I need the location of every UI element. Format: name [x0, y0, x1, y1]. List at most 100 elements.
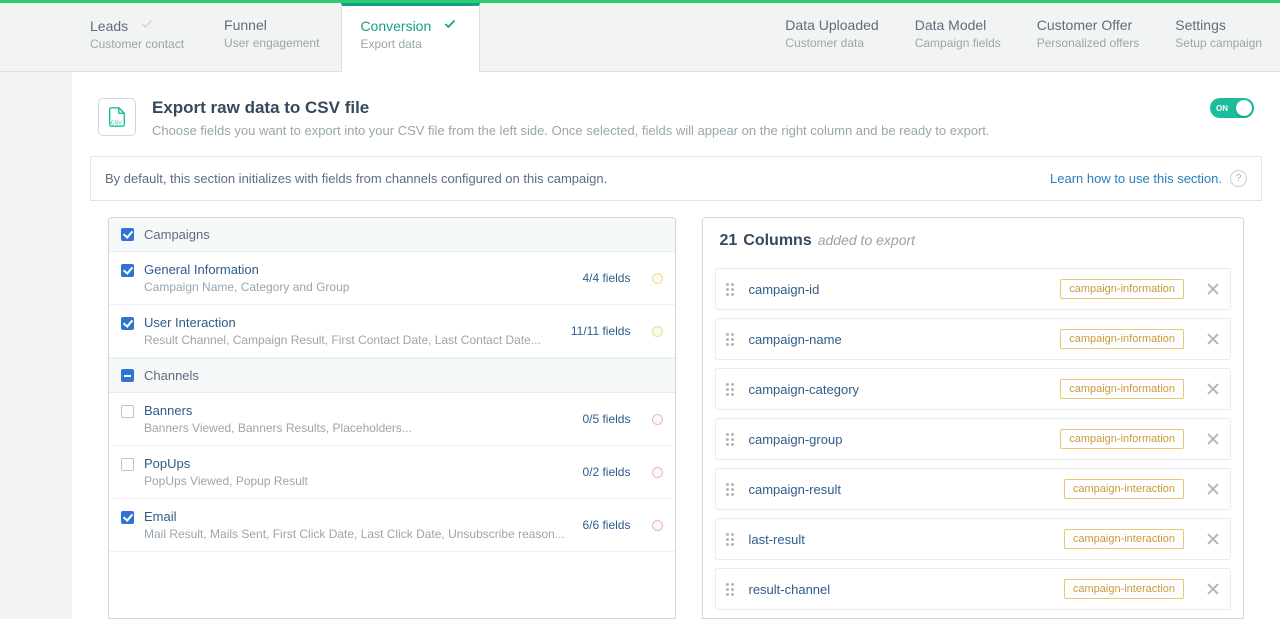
column-name: campaign-group	[748, 432, 1046, 447]
info-text: By default, this section initializes wit…	[105, 171, 607, 186]
svg-text:CSV: CSV	[111, 120, 123, 126]
check-icon	[443, 17, 457, 34]
group-checkbox[interactable]	[121, 228, 134, 241]
fields-panel: Campaigns General Information Campaign Nam…	[108, 217, 676, 619]
export-column-item[interactable]: result-channel campaign-interaction	[715, 568, 1231, 610]
field-count: 4/4 fields	[582, 271, 630, 285]
tab-subtitle: Customer contact	[90, 37, 184, 51]
tab-title: Customer Offer	[1037, 17, 1140, 33]
tab-title: Settings	[1175, 17, 1262, 33]
field-checkbox[interactable]	[121, 458, 134, 471]
field-name: General Information	[144, 262, 349, 277]
column-tag: campaign-interaction	[1064, 579, 1184, 599]
tab-title: Data Uploaded	[785, 17, 878, 33]
field-row[interactable]: Email Mail Result, Mails Sent, First Clic…	[109, 499, 675, 552]
tab-title: Leads	[90, 18, 128, 34]
tab-title: Data Model	[915, 17, 1001, 33]
export-column-item[interactable]: campaign-namecampaign-information	[715, 318, 1231, 360]
export-toggle[interactable]: ON	[1210, 98, 1254, 118]
column-tag: campaign-interaction	[1064, 529, 1184, 549]
column-name: campaign-category	[748, 382, 1046, 397]
field-description: PopUps Viewed, Popup Result	[144, 474, 308, 488]
field-row[interactable]: General Information Campaign Name, Catego…	[109, 252, 675, 305]
tab-subtitle: Customer data	[785, 36, 878, 50]
field-name: Email	[144, 509, 565, 524]
field-description: Campaign Name, Category and Group	[144, 280, 349, 294]
field-checkbox[interactable]	[121, 264, 134, 277]
tab-title: Funnel	[224, 17, 267, 33]
columns-count: 21	[719, 232, 737, 250]
help-icon[interactable]: ?	[1230, 170, 1247, 187]
field-checkbox[interactable]	[121, 317, 134, 330]
field-checkbox[interactable]	[121, 511, 134, 524]
field-description: Banners Viewed, Banners Results, Placeho…	[144, 421, 412, 435]
tab-subtitle: Campaign fields	[915, 36, 1001, 50]
workflow-tabs: Leads Customer contact Funnel User engag…	[0, 3, 1280, 72]
column-name: result-channel	[748, 582, 1049, 597]
info-banner: By default, this section initializes wit…	[90, 156, 1262, 201]
field-checkbox[interactable]	[121, 405, 134, 418]
remove-column-icon[interactable]	[1206, 382, 1220, 396]
drag-handle-icon[interactable]	[726, 333, 734, 346]
toggle-label: ON	[1216, 104, 1228, 113]
field-name: Banners	[144, 403, 412, 418]
field-count: 0/5 fields	[582, 412, 630, 426]
csv-file-icon: CSV	[98, 98, 136, 136]
tab-conversion[interactable]: Conversion Export data	[341, 3, 480, 72]
drag-handle-icon[interactable]	[726, 533, 734, 546]
export-column-item[interactable]: campaign-idcampaign-information	[715, 268, 1231, 310]
tab-subtitle: User engagement	[224, 36, 319, 50]
learn-link[interactable]: Learn how to use this section.	[1050, 171, 1222, 186]
remove-column-icon[interactable]	[1206, 332, 1220, 346]
field-description: Mail Result, Mails Sent, First Click Dat…	[144, 527, 565, 541]
tab-leads[interactable]: Leads Customer contact	[72, 3, 206, 71]
field-count: 6/6 fields	[582, 518, 630, 532]
tab-subtitle: Setup campaign	[1175, 36, 1262, 50]
field-row[interactable]: PopUps PopUps Viewed, Popup Result 0/2 fie…	[109, 446, 675, 499]
field-name: PopUps	[144, 456, 308, 471]
drag-handle-icon[interactable]	[726, 433, 734, 446]
remove-column-icon[interactable]	[1206, 532, 1220, 546]
field-row[interactable]: Banners Banners Viewed, Banners Results, …	[109, 393, 675, 446]
column-name: last-result	[748, 532, 1049, 547]
field-count: 11/11 fields	[571, 324, 631, 338]
column-tag: campaign-interaction	[1064, 479, 1184, 499]
columns-suffix: added to export	[818, 232, 915, 248]
remove-column-icon[interactable]	[1206, 482, 1220, 496]
export-column-item[interactable]: campaign-resultcampaign-interaction	[715, 468, 1231, 510]
export-column-item[interactable]: last-result campaign-interaction	[715, 518, 1231, 560]
status-dot-icon	[652, 520, 663, 531]
tab-subtitle: Personalized offers	[1037, 36, 1140, 50]
status-dot-icon	[652, 273, 663, 284]
tab-customer-offer[interactable]: Customer Offer Personalized offers	[1019, 3, 1158, 71]
column-tag: campaign-information	[1060, 279, 1184, 299]
group-label: Campaigns	[144, 227, 210, 242]
remove-column-icon[interactable]	[1206, 432, 1220, 446]
drag-handle-icon[interactable]	[726, 283, 734, 296]
field-group-header[interactable]: Channels	[109, 358, 675, 393]
tab-data-model[interactable]: Data Model Campaign fields	[897, 3, 1019, 71]
group-checkbox[interactable]	[121, 369, 134, 382]
drag-handle-icon[interactable]	[726, 583, 734, 596]
remove-column-icon[interactable]	[1206, 582, 1220, 596]
field-count: 0/2 fields	[582, 465, 630, 479]
field-group-header[interactable]: Campaigns	[109, 218, 675, 252]
drag-handle-icon[interactable]	[726, 483, 734, 496]
column-tag: campaign-information	[1060, 429, 1184, 449]
status-dot-icon	[652, 414, 663, 425]
page-subtitle: Choose fields you want to export into yo…	[152, 123, 990, 138]
page-content: CSV Export raw data to CSV file Choose f…	[72, 72, 1280, 619]
remove-column-icon[interactable]	[1206, 282, 1220, 296]
tab-funnel[interactable]: Funnel User engagement	[206, 3, 341, 71]
columns-label: Columns	[743, 232, 811, 250]
drag-handle-icon[interactable]	[726, 383, 734, 396]
tab-data-uploaded[interactable]: Data Uploaded Customer data	[767, 3, 896, 71]
tab-settings[interactable]: Settings Setup campaign	[1157, 3, 1280, 71]
column-name: campaign-name	[748, 332, 1046, 347]
export-column-item[interactable]: campaign-group campaign-information	[715, 418, 1231, 460]
tab-title: Conversion	[360, 18, 431, 34]
page-title: Export raw data to CSV file	[152, 98, 990, 118]
export-column-item[interactable]: campaign-categorycampaign-information	[715, 368, 1231, 410]
columns-panel: 21 Columns added to export campaign-idca…	[702, 217, 1244, 619]
field-row[interactable]: User InteractionResult Channel, Campaign…	[109, 305, 675, 358]
